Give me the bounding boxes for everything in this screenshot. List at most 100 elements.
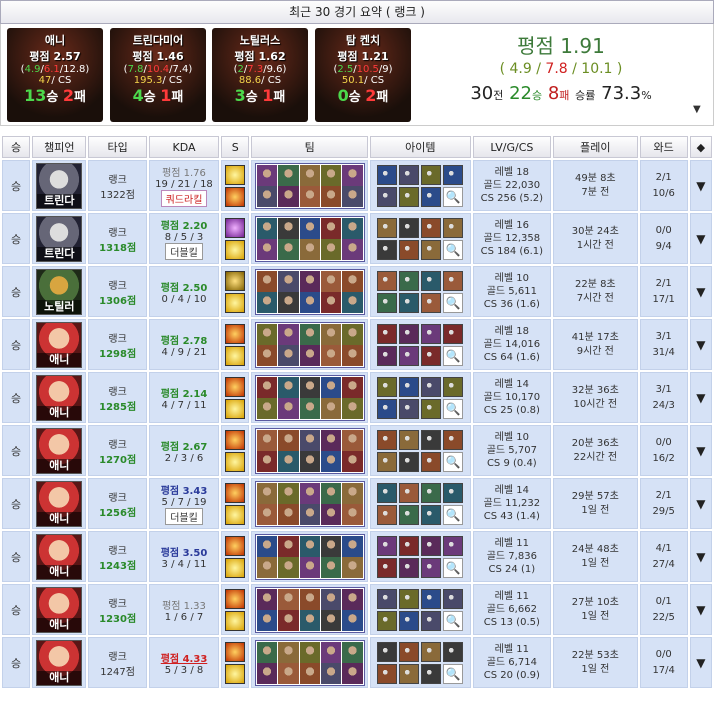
teammate-icon[interactable] — [342, 238, 363, 260]
expand-arrow-icon[interactable]: ▼ — [696, 603, 705, 617]
item-icon[interactable] — [377, 504, 398, 525]
item-icon[interactable] — [443, 482, 464, 503]
item-icon[interactable] — [377, 610, 398, 631]
item-icon[interactable] — [399, 292, 420, 313]
teammate-icon[interactable] — [256, 503, 278, 525]
expand-arrow-icon[interactable]: ▼ — [696, 550, 705, 564]
teammate-icon[interactable] — [299, 662, 320, 684]
col-play[interactable]: 플레이 — [553, 136, 638, 158]
teammate-icon[interactable] — [299, 270, 320, 292]
teammate-icon[interactable] — [320, 609, 342, 631]
teammate-icon[interactable] — [320, 641, 342, 663]
teammate-icon[interactable] — [342, 429, 363, 451]
item-icon[interactable] — [399, 663, 420, 684]
teammate-icon[interactable] — [256, 535, 278, 557]
match-row[interactable]: 승 애니 랭크 1270점 평점 2.67 2 / 3 / 6 🔍 레벨 10 골드 5,707… — [2, 425, 712, 476]
teammate-icon[interactable] — [278, 217, 299, 239]
match-row[interactable]: 승 애니 랭크 1285점 평점 2.14 4 / 7 / 11 🔍 레벨 14 골드 10,1… — [2, 372, 712, 423]
item-icon[interactable] — [399, 641, 420, 662]
champion-card[interactable]: 트린다미어 평점 1.46 (7.8/10.4/7.4) 195.3/ CS 4승 1패 — [110, 28, 206, 122]
item-icon[interactable] — [421, 186, 442, 207]
item-icon[interactable] — [421, 641, 442, 662]
teammate-icon[interactable] — [256, 164, 278, 186]
teammate-icon[interactable] — [320, 217, 342, 239]
item-search-icon[interactable]: 🔍 — [443, 557, 464, 578]
champion-cell[interactable]: 트린다 — [32, 160, 87, 211]
expand-arrow-icon[interactable]: ▼ — [696, 338, 705, 352]
teammate-icon[interactable] — [320, 270, 342, 292]
teammate-icon[interactable] — [342, 662, 363, 684]
teammate-icon[interactable] — [278, 291, 299, 313]
teammate-icon[interactable] — [278, 397, 299, 419]
teammate-icon[interactable] — [320, 376, 342, 398]
teammate-icon[interactable] — [299, 397, 320, 419]
champion-cell[interactable]: 애니 — [32, 637, 87, 688]
item-icon[interactable] — [377, 535, 398, 556]
item-icon[interactable] — [377, 323, 398, 344]
item-icon[interactable] — [421, 270, 442, 291]
teammate-icon[interactable] — [256, 429, 278, 451]
teammate-icon[interactable] — [299, 450, 320, 472]
item-icon[interactable] — [399, 429, 420, 450]
teammate-icon[interactable] — [278, 185, 299, 207]
item-icon[interactable] — [399, 535, 420, 556]
item-search-icon[interactable]: 🔍 — [443, 504, 464, 525]
champion-portrait[interactable]: 애니 — [36, 374, 83, 421]
match-row[interactable]: 승 트린다 랭크 1322점 평점 1.76 19 / 21 / 18 쿼드라킬 🔍 레벨 18… — [2, 160, 712, 211]
match-row[interactable]: 승 애니 랭크 1256점 평점 3.43 5 / 7 / 19 더블킬 🔍 레벨 14 골드 1… — [2, 478, 712, 529]
expand-arrow-icon[interactable]: ▼ — [696, 444, 705, 458]
teammate-icon[interactable] — [278, 588, 299, 610]
teammate-icon[interactable] — [342, 323, 363, 345]
champion-portrait[interactable]: 트린다 — [36, 215, 83, 262]
teammate-icon[interactable] — [256, 641, 278, 663]
item-icon[interactable] — [399, 270, 420, 291]
item-icon[interactable] — [421, 429, 442, 450]
teammate-icon[interactable] — [278, 641, 299, 663]
match-row[interactable]: 승 애니 랭크 1298점 평점 2.78 4 / 9 / 21 🔍 레벨 18 골드 14,0… — [2, 319, 712, 370]
teammate-icon[interactable] — [299, 535, 320, 557]
teammate-icon[interactable] — [256, 185, 278, 207]
expand-cell[interactable]: ▼ — [689, 584, 712, 635]
item-icon[interactable] — [443, 588, 464, 609]
item-icon[interactable] — [443, 217, 464, 238]
teammate-icon[interactable] — [342, 450, 363, 472]
teammate-icon[interactable] — [256, 344, 278, 366]
teammate-icon[interactable] — [278, 556, 299, 578]
item-icon[interactable] — [377, 239, 398, 260]
teammate-icon[interactable] — [256, 323, 278, 345]
champion-portrait[interactable]: 애니 — [36, 427, 83, 474]
teammate-icon[interactable] — [256, 556, 278, 578]
item-icon[interactable] — [377, 186, 398, 207]
teammate-icon[interactable] — [278, 482, 299, 504]
teammate-icon[interactable] — [278, 609, 299, 631]
teammate-icon[interactable] — [299, 164, 320, 186]
teammate-icon[interactable] — [342, 588, 363, 610]
expand-arrow-icon[interactable]: ▼ — [696, 656, 705, 670]
teammate-icon[interactable] — [256, 662, 278, 684]
champion-cell[interactable]: 애니 — [32, 531, 87, 582]
item-icon[interactable] — [377, 345, 398, 366]
champion-portrait[interactable]: 애니 — [36, 639, 83, 686]
item-search-icon[interactable]: 🔍 — [443, 239, 464, 260]
item-icon[interactable] — [399, 239, 420, 260]
teammate-icon[interactable] — [320, 450, 342, 472]
teammate-icon[interactable] — [342, 376, 363, 398]
item-icon[interactable] — [399, 398, 420, 419]
champion-portrait[interactable]: 애니 — [36, 586, 83, 633]
teammate-icon[interactable] — [342, 503, 363, 525]
col-spells[interactable]: S — [221, 136, 250, 158]
teammate-icon[interactable] — [342, 609, 363, 631]
item-icon[interactable] — [421, 482, 442, 503]
item-icon[interactable] — [399, 588, 420, 609]
teammate-icon[interactable] — [299, 429, 320, 451]
champion-cell[interactable]: 트린다 — [32, 213, 87, 264]
teammate-icon[interactable] — [320, 185, 342, 207]
teammate-icon[interactable] — [299, 291, 320, 313]
item-icon[interactable] — [377, 663, 398, 684]
item-icon[interactable] — [399, 610, 420, 631]
match-row[interactable]: 승 노틸러 랭크 1306점 평점 2.50 0 / 4 / 10 🔍 레벨 10 골드 5,6… — [2, 266, 712, 317]
item-icon[interactable] — [399, 504, 420, 525]
item-icon[interactable] — [399, 557, 420, 578]
teammate-icon[interactable] — [299, 482, 320, 504]
expand-cell[interactable]: ▼ — [689, 266, 712, 317]
